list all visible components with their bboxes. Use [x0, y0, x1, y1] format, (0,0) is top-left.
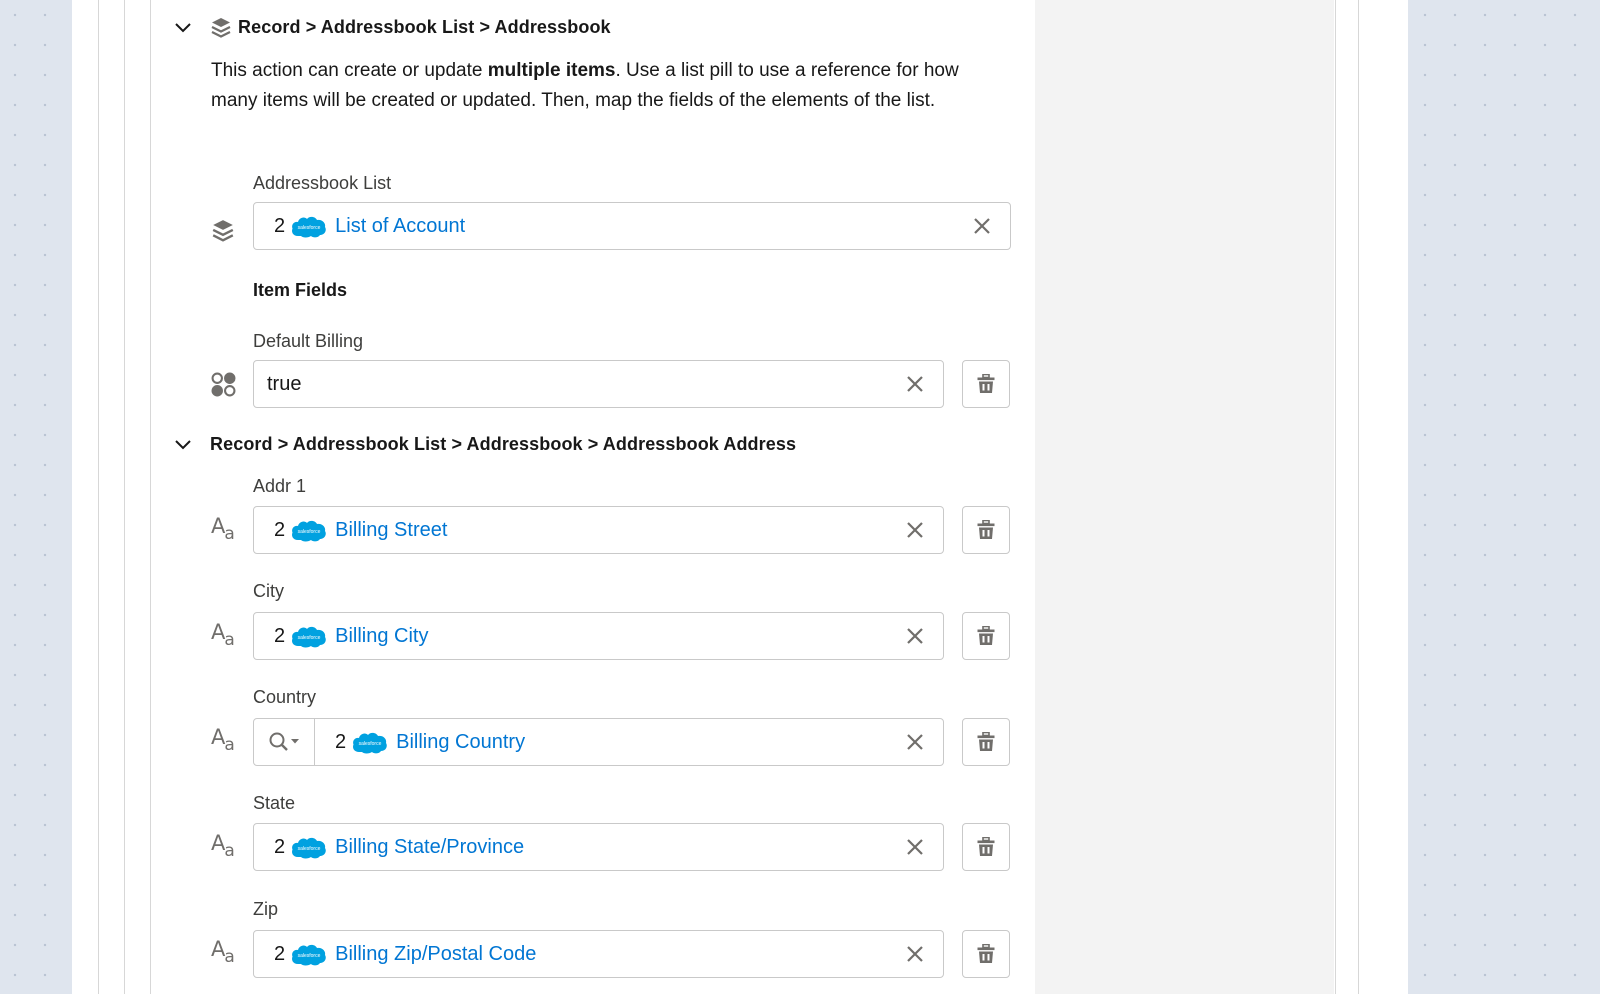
delete-field-button[interactable] [962, 612, 1010, 660]
delete-field-button[interactable] [962, 506, 1010, 554]
pill-label: Billing Zip/Postal Code [335, 942, 537, 965]
item-fields-heading: Item Fields [253, 280, 348, 300]
pill-step-number: 2 [274, 518, 286, 541]
data-pill[interactable]: 2 salesforce Billing City [274, 613, 428, 659]
zip-input[interactable]: 2 salesforce Billing Zip/Postal Code [253, 930, 944, 978]
svg-text:salesforce: salesforce [359, 741, 382, 747]
field-label: Zip [253, 899, 279, 919]
svg-text:salesforce: salesforce [298, 225, 321, 231]
pill-label: Billing State/Province [335, 835, 525, 858]
pill-step-number: 2 [274, 624, 286, 647]
pill-label: Billing Country [396, 730, 526, 753]
clear-icon[interactable] [905, 837, 925, 857]
svg-text:salesforce: salesforce [298, 846, 321, 852]
clear-icon[interactable] [905, 944, 925, 964]
delete-field-button[interactable] [962, 360, 1010, 408]
pill-step-number: 2 [274, 835, 286, 858]
text-type-icon: Aa [211, 831, 235, 861]
list-layers-icon [211, 18, 231, 38]
salesforce-cloud-icon: salesforce [292, 944, 326, 965]
text-type-icon: Aa [211, 514, 235, 544]
trash-icon [977, 837, 995, 856]
svg-text:salesforce: salesforce [298, 529, 321, 535]
delete-field-button[interactable] [962, 718, 1010, 766]
text-type-icon: Aa [211, 725, 235, 755]
text-type-icon: Aa [211, 937, 235, 967]
pill-step-number: 2 [274, 214, 286, 237]
clear-icon[interactable] [905, 520, 925, 540]
list-layers-icon [212, 220, 234, 242]
frame-divider [1358, 0, 1359, 994]
svg-text:salesforce: salesforce [298, 635, 321, 641]
salesforce-cloud-icon: salesforce [292, 520, 326, 541]
section-breadcrumb: Record > Addressbook List > Addressbook … [210, 434, 797, 454]
field-label: City [253, 581, 284, 601]
delete-field-button[interactable] [962, 930, 1010, 978]
pill-step-number: 2 [335, 730, 347, 753]
trash-icon [977, 520, 995, 539]
data-pill[interactable]: 2 salesforce Billing Street [274, 507, 447, 553]
pill-label: Billing City [335, 624, 429, 647]
state-input[interactable]: 2 salesforce Billing State/Province [253, 823, 944, 871]
clear-icon[interactable] [972, 216, 992, 236]
addressbook-list-input[interactable]: 2 salesforce List of Account [253, 202, 1011, 250]
search-dropdown-icon [269, 732, 299, 751]
trash-icon [977, 374, 995, 393]
clear-icon[interactable] [905, 374, 925, 394]
clear-icon[interactable] [905, 626, 925, 646]
salesforce-cloud-icon: salesforce [292, 216, 326, 237]
field-label: State [253, 793, 296, 813]
side-gutter [1035, 0, 1334, 994]
section-breadcrumb: Record > Addressbook List > Addressbook [238, 17, 611, 37]
svg-text:salesforce: salesforce [298, 953, 321, 959]
text-type-icon: Aa [211, 620, 235, 650]
salesforce-cloud-icon: salesforce [292, 837, 326, 858]
trash-icon [977, 626, 995, 645]
data-pill[interactable]: 2 salesforce Billing State/Province [274, 824, 524, 870]
addr-1-input[interactable]: 2 salesforce Billing Street [253, 506, 944, 554]
pill-step-number: 2 [274, 942, 286, 965]
boolean-type-icon [211, 372, 236, 397]
pill-label: Billing Street [335, 518, 448, 541]
trash-icon [977, 944, 995, 963]
data-pill[interactable]: 2 salesforce Billing Country [335, 719, 525, 765]
resource-picker-button[interactable] [254, 719, 315, 765]
field-label: Addressbook List [253, 173, 392, 193]
frame-divider [98, 0, 99, 994]
salesforce-cloud-icon: salesforce [292, 626, 326, 647]
field-label: Default Billing [253, 331, 364, 351]
default-billing-input[interactable]: true [253, 360, 944, 408]
city-input[interactable]: 2 salesforce Billing City [253, 612, 944, 660]
frame-divider [124, 0, 125, 994]
country-input[interactable]: 2 salesforce Billing Country [253, 718, 944, 766]
field-label: Addr 1 [253, 476, 307, 496]
trash-icon [977, 732, 995, 751]
field-label: Country [253, 687, 317, 707]
salesforce-cloud-icon: salesforce [353, 732, 387, 753]
input-value: true [267, 373, 302, 395]
data-pill[interactable]: 2 salesforce Billing Zip/Postal Code [274, 931, 536, 977]
multi-item-description: This action can create or update multipl… [211, 60, 959, 111]
chevron-down-icon[interactable] [174, 19, 192, 37]
pill-label: List of Account [335, 214, 466, 237]
chevron-down-icon[interactable] [174, 436, 192, 454]
clear-icon[interactable] [905, 732, 925, 752]
delete-field-button[interactable] [962, 823, 1010, 871]
data-pill[interactable]: 2 salesforce List of Account [274, 203, 465, 249]
